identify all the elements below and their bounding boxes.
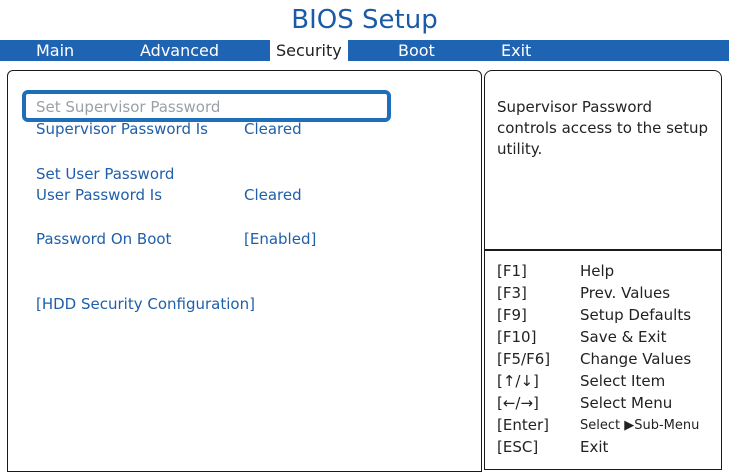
user-password-status-label: User Password Is xyxy=(36,186,163,204)
key-left-right-desc: Select Menu xyxy=(580,394,673,412)
key-esc-desc: Exit xyxy=(580,438,609,456)
app-title: BIOS Setup xyxy=(291,5,438,35)
tab-exit[interactable]: Exit xyxy=(501,40,531,61)
key-f9: [F9] xyxy=(497,306,527,324)
password-on-boot-value[interactable]: [Enabled] xyxy=(244,230,316,248)
key-f3: [F3] xyxy=(497,284,527,302)
key-up-down: [↑/↓] xyxy=(497,372,539,390)
key-left-right: [←/→] xyxy=(497,394,539,412)
set-user-password-item[interactable]: Set User Password xyxy=(36,165,174,183)
tab-advanced[interactable]: Advanced xyxy=(140,40,219,61)
help-panel: Supervisor Password controls access to t… xyxy=(484,70,722,250)
key-f10-desc: Save & Exit xyxy=(580,328,667,346)
user-password-status-value: Cleared xyxy=(244,186,302,204)
tab-main[interactable]: Main xyxy=(36,40,74,61)
selection-highlight xyxy=(22,90,391,122)
key-f5-f6-desc: Change Values xyxy=(580,350,692,368)
key-f1: [F1] xyxy=(497,262,527,280)
key-f10: [F10] xyxy=(497,328,537,346)
tab-security[interactable]: Security xyxy=(270,40,348,61)
key-enter: [Enter] xyxy=(497,416,549,434)
supervisor-password-status-label: Supervisor Password Is xyxy=(36,120,208,138)
help-text: Supervisor Password controls access to t… xyxy=(497,98,709,158)
tab-boot[interactable]: Boot xyxy=(398,40,435,61)
supervisor-password-status-value: Cleared xyxy=(244,120,302,138)
key-f3-desc: Prev. Values xyxy=(580,284,671,302)
key-enter-desc: Select ▶Sub-Menu xyxy=(580,418,700,433)
key-f5-f6: [F5/F6] xyxy=(497,350,551,368)
key-f1-desc: Help xyxy=(580,262,615,280)
key-up-down-desc: Select Item xyxy=(580,372,666,390)
key-esc: [ESC] xyxy=(497,438,539,456)
password-on-boot-label[interactable]: Password On Boot xyxy=(36,230,171,248)
menu-bar: Main Advanced Security Boot Exit xyxy=(0,40,729,61)
hdd-security-configuration-item[interactable]: [HDD Security Configuration] xyxy=(36,295,255,313)
keys-panel: [F1] Help [F3] Prev. Values [F9] Setup D… xyxy=(484,250,722,470)
key-f9-desc: Setup Defaults xyxy=(580,306,692,324)
